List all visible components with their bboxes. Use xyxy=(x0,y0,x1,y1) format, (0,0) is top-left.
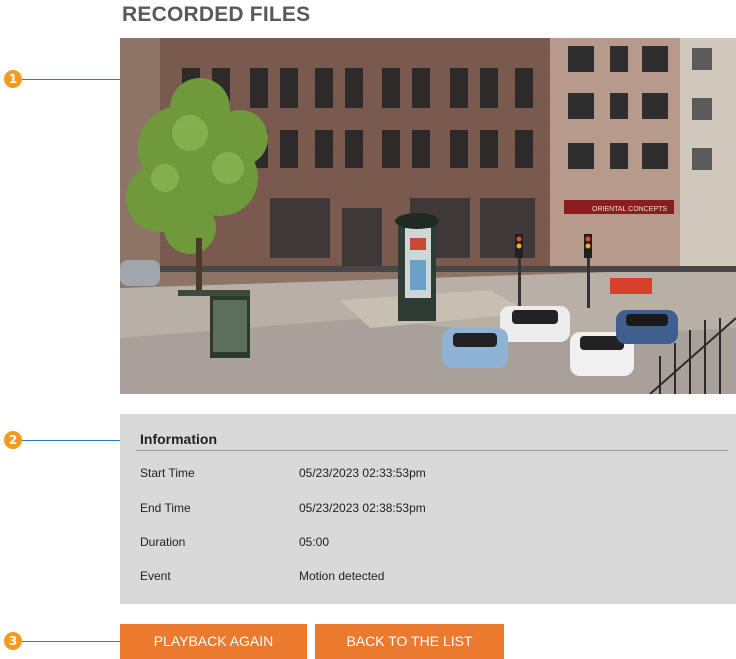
information-panel: Information Start Time 05/23/2023 02:33:… xyxy=(120,414,736,604)
playback-again-button[interactable]: PLAYBACK AGAIN xyxy=(120,624,307,659)
back-to-list-button[interactable]: BACK TO THE LIST xyxy=(315,624,504,659)
info-value: 05/23/2023 02:33:53pm xyxy=(299,466,426,480)
callout-line xyxy=(22,440,130,441)
callout-number: 3 xyxy=(4,632,22,650)
page-title: RECORDED FILES xyxy=(122,3,311,26)
info-label: Start Time xyxy=(140,466,195,480)
callout-line xyxy=(22,79,130,80)
info-label: End Time xyxy=(140,501,191,515)
shop-sign: ORIENTAL CONCEPTS xyxy=(592,206,667,213)
recorded-video-player[interactable]: ORIENTAL CONCEPTS xyxy=(120,38,736,394)
callout-number: 1 xyxy=(4,70,22,88)
video-frame: ORIENTAL CONCEPTS xyxy=(120,38,736,394)
info-label: Duration xyxy=(140,535,186,549)
info-label: Event xyxy=(140,569,171,583)
callout-number: 2 xyxy=(4,431,22,449)
info-value: 05/23/2023 02:38:53pm xyxy=(299,501,426,515)
information-heading: Information xyxy=(140,431,217,447)
info-value: 05:00 xyxy=(299,535,330,549)
information-divider xyxy=(136,450,728,451)
info-value: Motion detected xyxy=(299,569,385,583)
